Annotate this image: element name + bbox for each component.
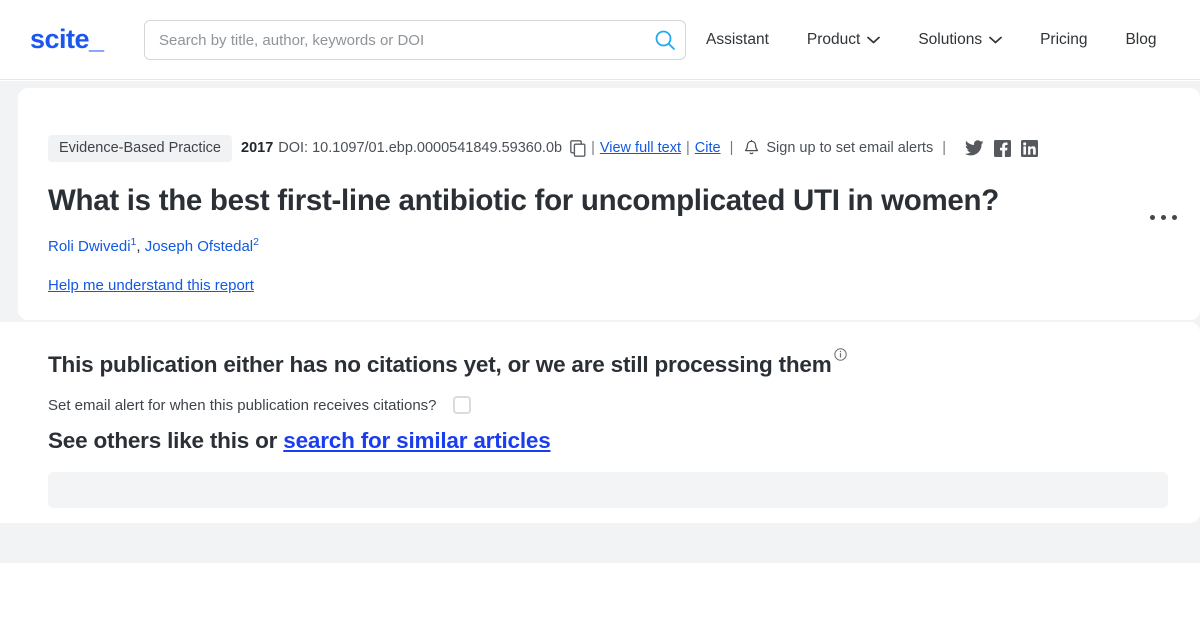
main-nav: Assistant Product Solutions Pricing Blog bbox=[706, 0, 1157, 80]
more-options-icon[interactable] bbox=[1150, 215, 1177, 220]
nav-label-pricing: Pricing bbox=[1040, 31, 1088, 48]
search-icon[interactable] bbox=[645, 29, 685, 51]
see-others-heading: See others like this or search for simil… bbox=[48, 428, 551, 454]
author-name[interactable]: Joseph Ofstedal bbox=[145, 238, 253, 255]
nav-item-solutions[interactable]: Solutions bbox=[918, 31, 1002, 49]
cite-link[interactable]: Cite bbox=[695, 140, 721, 156]
similar-articles-placeholder bbox=[48, 472, 1168, 508]
nav-label-solutions: Solutions bbox=[918, 31, 983, 48]
search-input[interactable] bbox=[145, 31, 645, 49]
linkedin-icon[interactable] bbox=[1020, 139, 1038, 157]
author-list: Roli Dwivedi1, Joseph Ofstedal2 bbox=[48, 236, 259, 255]
nav-label-assistant: Assistant bbox=[706, 31, 769, 48]
separator: | bbox=[729, 140, 734, 157]
no-citations-heading: This publication either has no citations… bbox=[48, 348, 847, 378]
nav-item-blog[interactable]: Blog bbox=[1125, 31, 1156, 49]
citation-alert-row: Set email alert for when this publicatio… bbox=[48, 396, 471, 414]
scite-logo[interactable]: scite _ bbox=[30, 26, 104, 53]
see-others-text: See others like this or bbox=[48, 428, 284, 453]
logo-text: scite bbox=[30, 24, 90, 54]
nav-item-assistant[interactable]: Assistant bbox=[706, 31, 769, 49]
citation-alert-checkbox[interactable] bbox=[452, 396, 471, 414]
search-bar[interactable] bbox=[144, 20, 686, 60]
bell-icon[interactable] bbox=[744, 139, 759, 157]
twitter-icon[interactable] bbox=[964, 140, 984, 157]
view-full-text-link[interactable]: View full text bbox=[600, 140, 681, 156]
nav-label-product: Product bbox=[806, 31, 861, 48]
author-separator: , bbox=[136, 238, 141, 255]
publication-header-card: Evidence-Based Practice 2017 DOI: 10.109… bbox=[18, 88, 1200, 320]
publication-doi: DOI: 10.1097/01.ebp.0000541849.59360.0b bbox=[278, 140, 563, 157]
logo-underscore: _ bbox=[89, 24, 104, 54]
author-name[interactable]: Roli Dwivedi bbox=[48, 238, 131, 255]
email-alerts-link[interactable]: Sign up to set email alerts bbox=[766, 140, 933, 156]
copy-icon[interactable] bbox=[570, 139, 586, 157]
facebook-icon[interactable] bbox=[993, 139, 1011, 157]
info-icon[interactable] bbox=[833, 348, 847, 361]
publication-year: 2017 bbox=[241, 140, 274, 157]
help-understand-report-link[interactable]: Help me understand this report bbox=[48, 277, 254, 294]
separator: | bbox=[591, 140, 595, 157]
chevron-down-icon bbox=[867, 31, 881, 49]
search-similar-articles-link[interactable]: search for similar articles bbox=[283, 428, 550, 453]
publication-metadata: Evidence-Based Practice 2017 DOI: 10.109… bbox=[48, 135, 1200, 162]
nav-item-pricing[interactable]: Pricing bbox=[1040, 31, 1087, 49]
author-affiliation: 2 bbox=[253, 236, 259, 248]
citations-card: This publication either has no citations… bbox=[0, 322, 1200, 523]
no-citations-text: This publication either has no citations… bbox=[48, 352, 832, 377]
nav-label-blog: Blog bbox=[1125, 31, 1157, 48]
separator: | bbox=[686, 140, 690, 157]
dot bbox=[1161, 215, 1166, 220]
social-share-group bbox=[964, 139, 1038, 157]
page-title: What is the best first-line antibiotic f… bbox=[48, 184, 999, 217]
publication-type-badge: Evidence-Based Practice bbox=[48, 135, 232, 162]
dot bbox=[1150, 215, 1155, 220]
separator: | bbox=[942, 140, 946, 157]
dot bbox=[1172, 215, 1177, 220]
citation-alert-label: Set email alert for when this publicatio… bbox=[48, 396, 437, 414]
nav-item-product[interactable]: Product bbox=[806, 31, 881, 49]
chevron-down-icon bbox=[989, 31, 1002, 49]
page-root: scite_ Assistant Product Solutions bbox=[0, 0, 1200, 630]
